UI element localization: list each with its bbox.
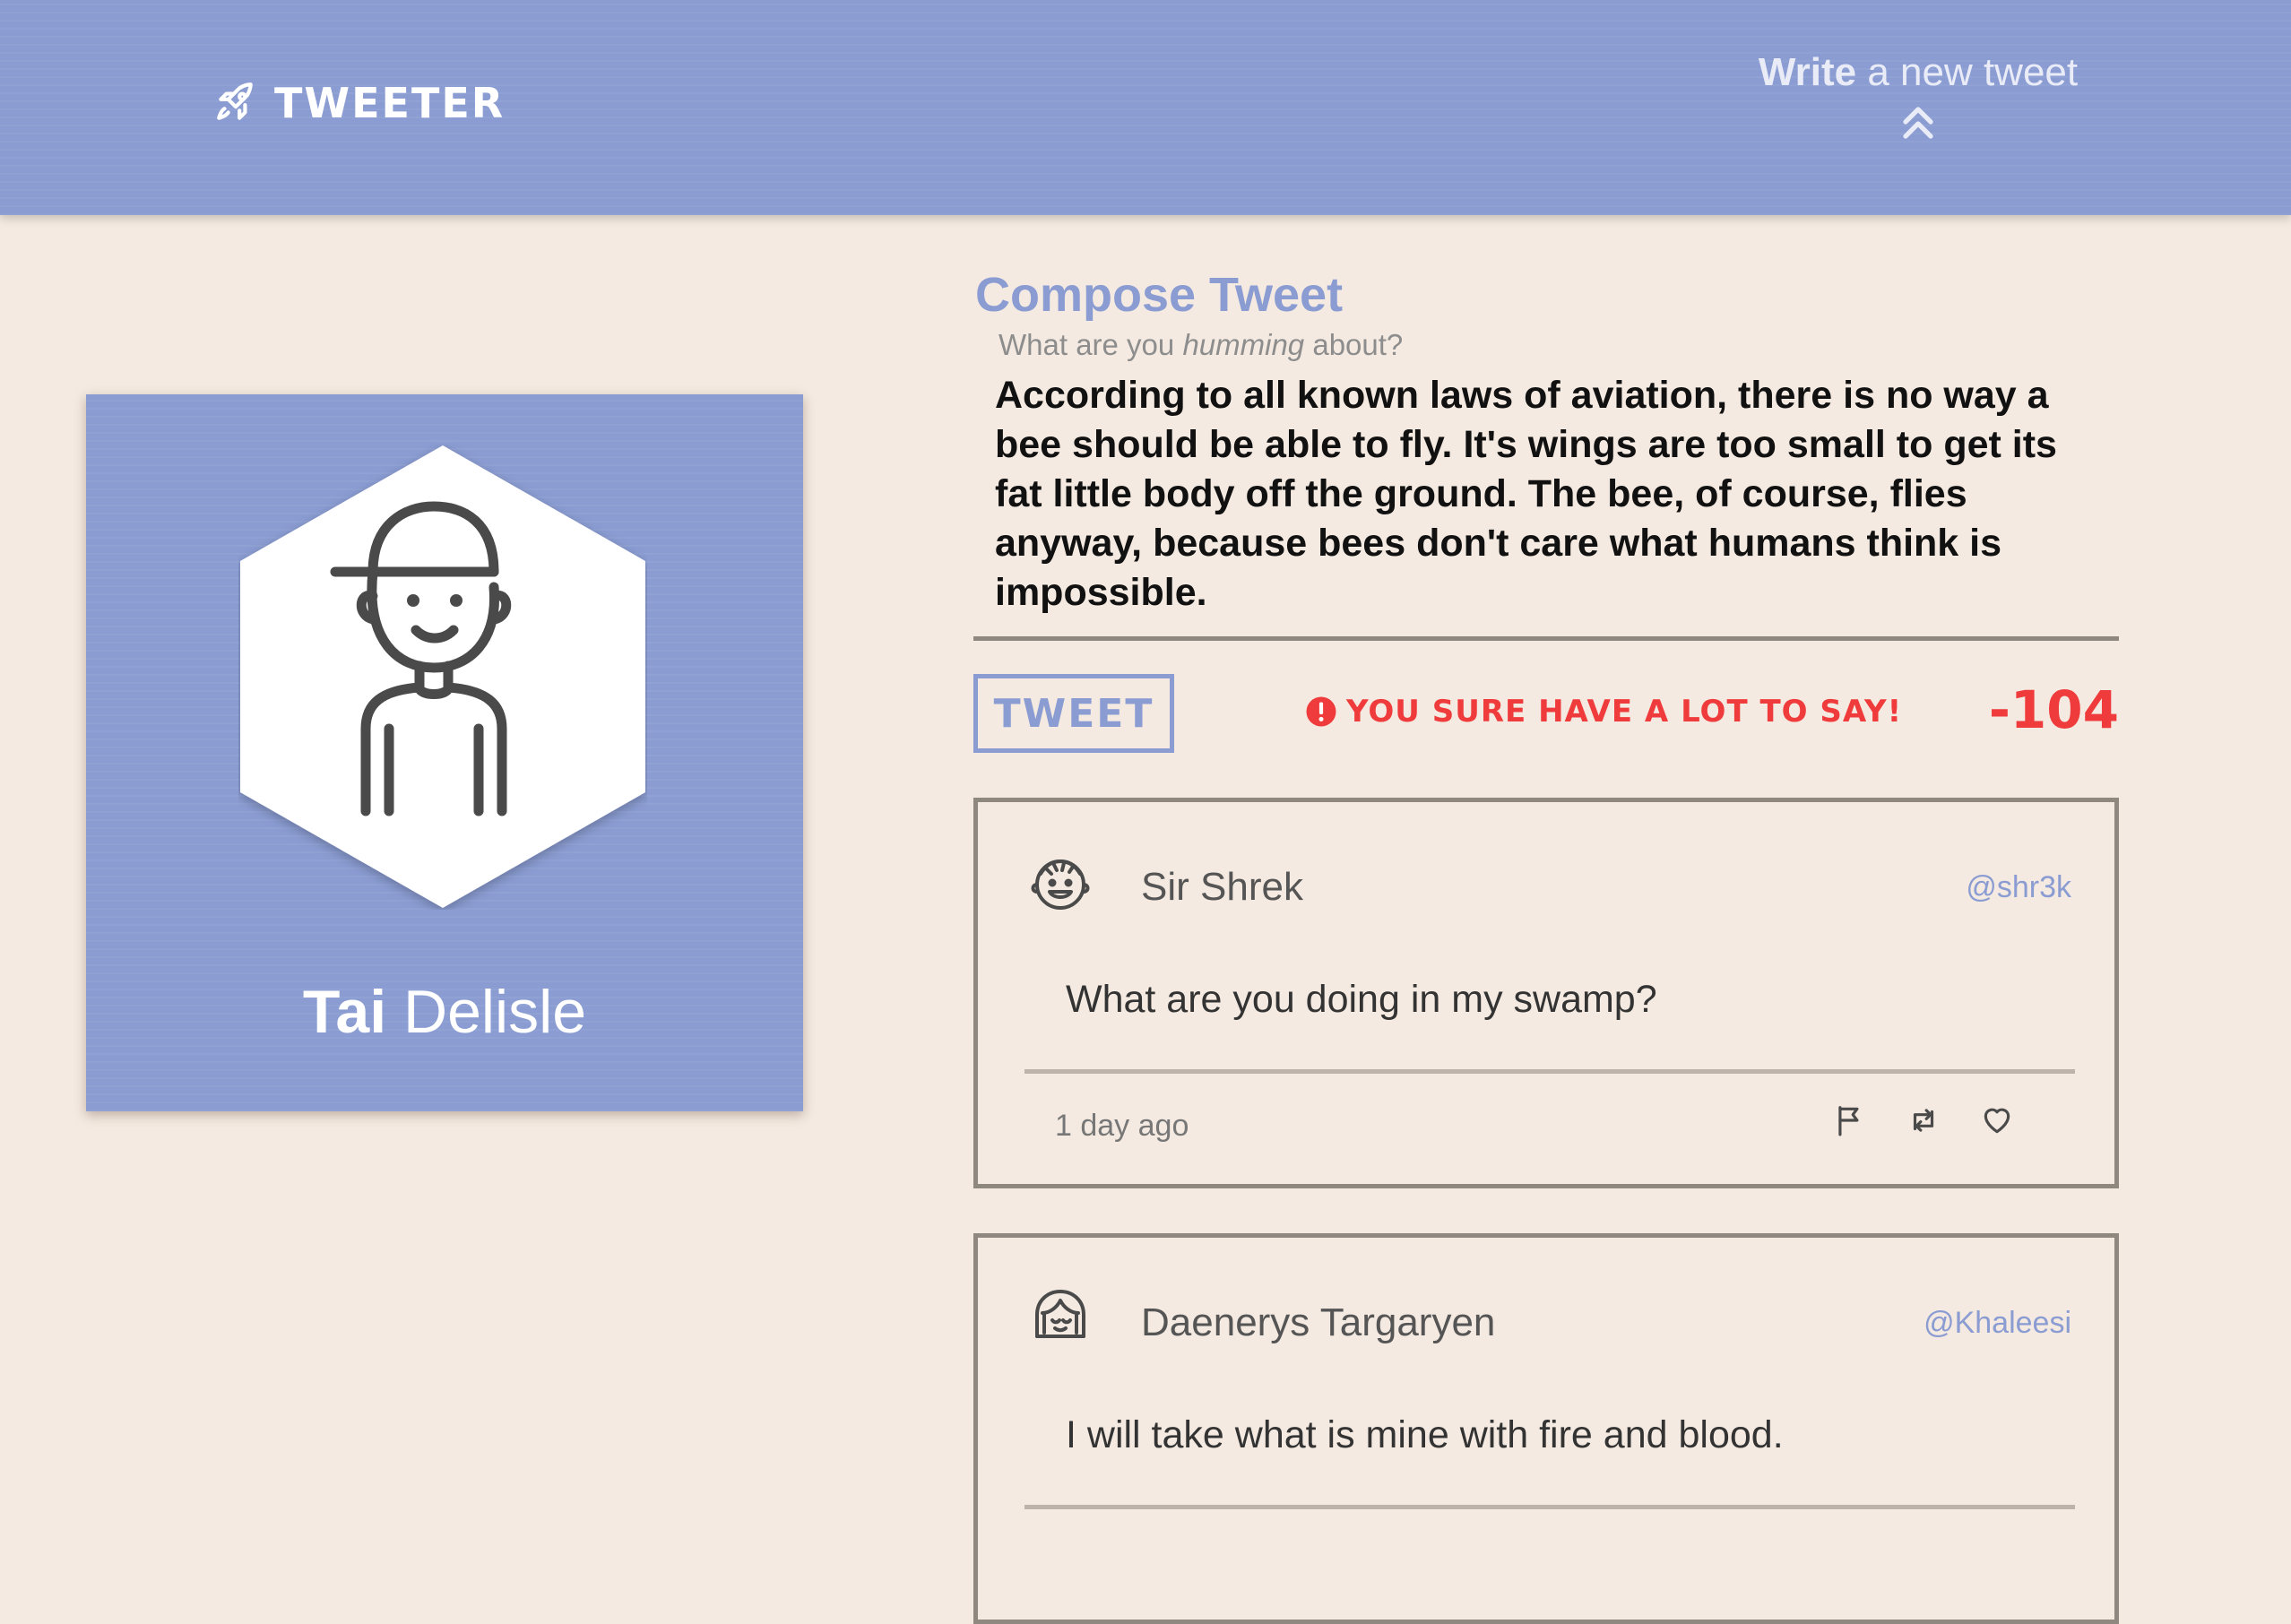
retweet-icon[interactable]	[1906, 1103, 1941, 1137]
tweet-divider	[1024, 1069, 2075, 1074]
avatar	[240, 445, 645, 908]
profile-card: Tai Delisle	[86, 394, 803, 1111]
tweet-author-handle[interactable]: @shr3k	[1966, 870, 2071, 905]
rocket-icon	[217, 82, 253, 120]
avatar-icon	[1031, 860, 1090, 910]
character-counter: -104	[1988, 679, 2119, 740]
tweet-card: Daenerys Targaryen @Khaleesi I will take…	[973, 1233, 2119, 1624]
tweet-timestamp: 1 day ago	[1055, 1109, 1189, 1143]
exclamation-circle-icon	[1306, 696, 1336, 727]
tweet-divider	[1024, 1505, 2075, 1509]
compose-placeholder-label: What are you humming about?	[999, 328, 1403, 362]
compose-divider	[973, 636, 2119, 641]
compose-sub-pre: What are you	[999, 328, 1183, 361]
tweet-button[interactable]: TWEET	[973, 674, 1174, 753]
brand-name: TWEETER	[274, 79, 506, 127]
write-new-tweet-toggle[interactable]: Write a new tweet	[1730, 50, 2106, 148]
profile-name: Tai Delisle	[86, 977, 803, 1047]
tweet-text: I will take what is mine with fire and b…	[1066, 1413, 1784, 1456]
profile-last-name: Delisle	[386, 978, 587, 1046]
avatar-icon	[1035, 1290, 1085, 1338]
tweet-author-name: Daenerys Targaryen	[1141, 1300, 1496, 1344]
flag-icon[interactable]	[1833, 1103, 1867, 1137]
tweet-actions	[1833, 1103, 2014, 1137]
profile-first-name: Tai	[302, 978, 387, 1046]
write-new-tweet-label: Write a new tweet	[1730, 50, 2106, 95]
error-message: YOU SURE HAVE A LOT TO SAY!	[1305, 694, 1902, 730]
top-nav: TWEETER Write a new tweet	[0, 0, 2291, 215]
tweet-card: Sir Shrek @shr3k What are you doing in m…	[973, 798, 2119, 1188]
write-new-tweet-label-rest: a new tweet	[1856, 50, 2079, 94]
heart-icon[interactable]	[1980, 1103, 2014, 1137]
compose-textarea[interactable]: According to all known laws of aviation,…	[995, 371, 2097, 618]
double-chevron-up-icon	[1903, 107, 1933, 139]
write-new-tweet-label-bold: Write	[1758, 50, 1857, 94]
tweet-text: What are you doing in my swamp?	[1066, 978, 1657, 1021]
compose-sub-post: about?	[1304, 328, 1404, 361]
tweet-author-handle[interactable]: @Khaleesi	[1924, 1306, 2071, 1341]
tweet-author-name: Sir Shrek	[1141, 865, 1303, 909]
brand-logo[interactable]: TWEETER	[213, 79, 505, 127]
error-text: YOU SURE HAVE A LOT TO SAY!	[1346, 694, 1903, 730]
compose-sub-emphasis: humming	[1182, 328, 1305, 361]
compose-title: Compose Tweet	[975, 268, 1344, 322]
